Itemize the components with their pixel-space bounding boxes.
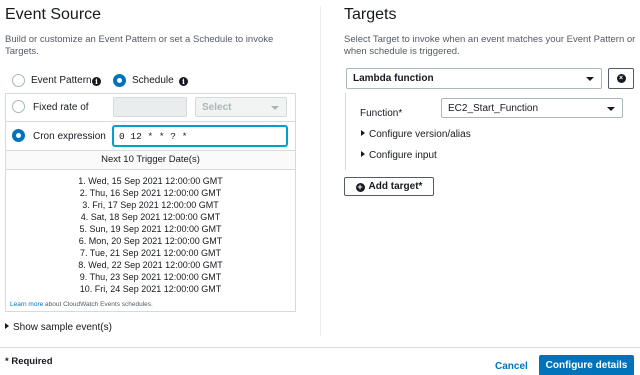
- configure-input-toggle[interactable]: Configure input: [361, 150, 437, 161]
- event-pattern-label[interactable]: Event Pattern: [31, 75, 92, 86]
- trigger-dates-header: Next 10 Trigger Date(s): [5, 150, 296, 170]
- function-label: Function*: [360, 108, 403, 119]
- cron-expression-radio[interactable]: [12, 129, 25, 142]
- targets-panel: Targets Select Target to invoke when an …: [344, 0, 640, 340]
- event-pattern-radio[interactable]: [12, 74, 25, 87]
- cron-expression-label[interactable]: Cron expression: [33, 131, 106, 142]
- trigger-date: 2. Thu, 16 Sep 2021 12:00:00 GMT: [79, 188, 222, 198]
- fixed-rate-unit-placeholder: Select: [202, 102, 232, 113]
- trigger-date: 10. Fri, 24 Sep 2021 12:00:00 GMT: [79, 284, 222, 294]
- trigger-dates-list: 1. Wed, 15 Sep 2021 12:00:00 GMT 2. Thu,…: [5, 170, 296, 312]
- event-source-title: Event Source: [5, 6, 102, 23]
- event-source-description: Build or customize an Event Pattern or s…: [5, 34, 274, 57]
- plus-icon: +: [355, 182, 365, 192]
- schedule-info-icon[interactable]: i: [179, 77, 188, 86]
- configure-version-label: Configure version/alias: [369, 129, 471, 140]
- chevron-down-icon: [271, 106, 279, 110]
- trigger-date: 8. Wed, 22 Sep 2021 12:00:00 GMT: [78, 260, 223, 270]
- show-sample-events-label: Show sample event(s): [13, 322, 112, 333]
- schedule-label[interactable]: Schedule: [132, 75, 174, 86]
- caret-right-icon: [361, 151, 365, 157]
- trigger-date: 6. Mon, 20 Sep 2021 12:00:00 GMT: [78, 236, 223, 246]
- function-select[interactable]: EC2_Start_Function: [441, 98, 623, 118]
- add-target-label: Add target*: [368, 181, 423, 192]
- configure-details-button[interactable]: Configure details: [539, 355, 634, 375]
- trigger-date: 7. Tue, 21 Sep 2021 12:00:00 GMT: [79, 248, 222, 258]
- configure-version-toggle[interactable]: Configure version/alias: [361, 129, 471, 140]
- fixed-rate-radio[interactable]: [12, 100, 25, 113]
- learn-more-note: Learn more about CloudWatch Events sched…: [10, 301, 153, 308]
- footer-divider: [0, 347, 640, 348]
- trigger-date: 1. Wed, 15 Sep 2021 12:00:00 GMT: [78, 176, 223, 186]
- close-icon: ×: [616, 74, 626, 83]
- schedule-radio[interactable]: [113, 74, 126, 87]
- caret-right-icon: [361, 130, 365, 136]
- add-target-button[interactable]: + Add target*: [344, 177, 434, 196]
- trigger-date: 3. Fri, 17 Sep 2021 12:00:00 GMT: [82, 200, 219, 210]
- caret-right-icon: [5, 323, 9, 329]
- panel-divider: [320, 6, 321, 336]
- schedule-row-divider: [5, 121, 296, 122]
- chevron-down-icon: [607, 107, 615, 111]
- event-pattern-info-icon[interactable]: i: [92, 77, 101, 86]
- fixed-rate-unit-select[interactable]: Select: [195, 97, 287, 117]
- configure-input-label: Configure input: [369, 150, 437, 161]
- targets-description: Select Target to invoke when an event ma…: [344, 34, 636, 57]
- function-value: EC2_Start_Function: [448, 103, 539, 114]
- fixed-rate-value-input[interactable]: [113, 97, 187, 117]
- event-source-panel: Event Source Build or customize an Event…: [0, 0, 310, 340]
- trigger-date: 4. Sat, 18 Sep 2021 12:00:00 GMT: [80, 212, 221, 222]
- trigger-date: 9. Thu, 23 Sep 2021 12:00:00 GMT: [79, 272, 222, 282]
- remove-target-button[interactable]: ×: [608, 68, 634, 89]
- show-sample-events-toggle[interactable]: Show sample event(s): [5, 322, 112, 333]
- targets-title: Targets: [344, 6, 397, 23]
- cancel-button[interactable]: Cancel: [495, 361, 528, 372]
- target-details-panel: Function* EC2_Start_Function Configure v…: [345, 93, 639, 170]
- cron-expression-input[interactable]: 0 12 * * ? *: [113, 126, 287, 146]
- target-type-select[interactable]: Lambda function: [346, 68, 602, 89]
- required-note: * Required: [5, 356, 53, 367]
- fixed-rate-label[interactable]: Fixed rate of: [33, 102, 89, 113]
- target-type-value: Lambda function: [353, 73, 434, 84]
- learn-more-link[interactable]: Learn more: [10, 301, 43, 308]
- learn-more-text: about CloudWatch Events schedules.: [43, 301, 153, 308]
- trigger-date: 5. Sun, 19 Sep 2021 12:00:00 GMT: [79, 224, 222, 234]
- chevron-down-icon: [586, 77, 594, 81]
